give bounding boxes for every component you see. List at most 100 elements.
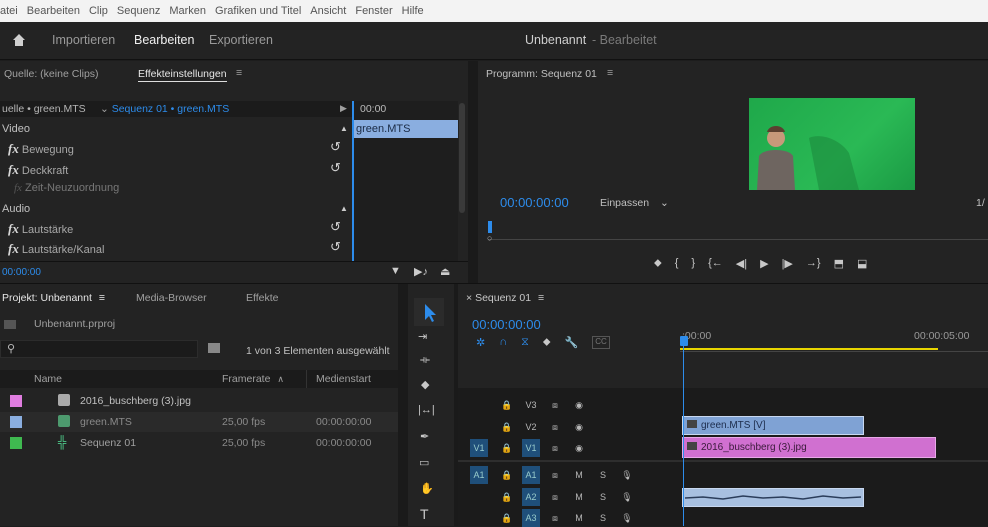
menu-bearbeiten[interactable]: Bearbeiten xyxy=(27,5,80,17)
sequence-dropdown[interactable]: ⌄ Sequenz 01 • green.MTS xyxy=(100,103,229,115)
wrench-icon[interactable]: 🔧 xyxy=(565,336,579,349)
menu-clip[interactable]: Clip xyxy=(89,5,108,17)
effect-timecode[interactable]: 00:00:00 xyxy=(2,267,41,278)
program-menu-icon[interactable]: ≡ xyxy=(607,67,613,79)
tab-importieren[interactable]: Importieren xyxy=(52,33,115,47)
tool-selection[interactable] xyxy=(414,298,444,326)
search-input[interactable]: ⚲ xyxy=(0,340,198,358)
effect-deckkraft[interactable]: fx Deckkraft xyxy=(8,162,68,178)
lock-icon[interactable]: 🔒 xyxy=(498,418,516,436)
mute-button[interactable]: M xyxy=(570,488,588,506)
menu-hilfe[interactable]: Hilfe xyxy=(402,5,424,17)
track-label[interactable]: A3 xyxy=(522,509,540,527)
lock-icon[interactable]: 🔒 xyxy=(498,439,516,457)
tab-project[interactable]: Projekt: Unbenannt ≡ xyxy=(2,292,105,304)
collapse-icon[interactable]: ▲ xyxy=(340,204,348,213)
extract-icon[interactable]: ⬓ xyxy=(857,257,867,270)
reset-icon[interactable]: ↺ xyxy=(330,239,341,255)
eye-icon[interactable]: ◉ xyxy=(570,439,588,457)
clip-buschberg-image[interactable]: 2016_buschberg (3).jpg xyxy=(682,437,936,458)
track-select-icon[interactable]: ⇥ xyxy=(418,330,427,343)
track-label[interactable]: A2 xyxy=(522,488,540,506)
tab-source[interactable]: Quelle: (keine Clips) xyxy=(4,68,99,80)
mic-icon[interactable]: 🎙 xyxy=(618,509,636,527)
export-icon[interactable]: ⏏ xyxy=(440,265,450,278)
effect-lautstaerke[interactable]: fx Lautstärke xyxy=(8,221,73,237)
home-icon[interactable] xyxy=(12,33,26,47)
lock-icon[interactable]: 🔒 xyxy=(498,466,516,484)
video-frame[interactable] xyxy=(749,98,915,190)
tab-effects[interactable]: Effekte xyxy=(246,292,279,304)
mark-in-icon[interactable]: { xyxy=(675,257,679,270)
time-ruler[interactable] xyxy=(680,346,988,352)
clip-green-video[interactable]: green.MTS [V] xyxy=(682,416,864,435)
mute-button[interactable]: M xyxy=(570,466,588,484)
tab-exportieren[interactable]: Exportieren xyxy=(209,33,273,47)
col-name[interactable]: Name xyxy=(34,373,62,385)
list-item[interactable]: ╬ Sequenz 01 25,00 fps 00:00:00:00 xyxy=(0,433,398,453)
slip-icon[interactable]: |↔| xyxy=(418,404,435,416)
sync-icon[interactable]: ⧈ xyxy=(546,488,564,506)
mic-icon[interactable]: 🎙 xyxy=(618,466,636,484)
new-bin-icon[interactable] xyxy=(208,343,220,353)
col-framerate[interactable]: Framerate ∧ xyxy=(222,373,284,385)
sync-icon[interactable]: ⧈ xyxy=(546,509,564,527)
effect-zeit[interactable]: fx Zeit-Neuzuordnung xyxy=(14,182,119,194)
lock-icon[interactable]: 🔒 xyxy=(498,488,516,506)
reset-icon[interactable]: ↺ xyxy=(330,160,341,176)
collapse-icon[interactable]: ▲ xyxy=(340,124,348,133)
marker-icon[interactable]: ⬥ xyxy=(654,257,662,270)
track-label[interactable]: V3 xyxy=(522,396,540,414)
step-forward-icon[interactable]: |▶ xyxy=(782,257,793,270)
mic-icon[interactable]: 🎙 xyxy=(618,488,636,506)
razor-icon[interactable]: ◆ xyxy=(421,378,429,391)
tab-effect-controls[interactable]: Effekteinstellungen xyxy=(138,68,227,82)
pen-icon[interactable]: ✒ xyxy=(420,430,429,443)
list-item[interactable]: 2016_buschberg (3).jpg xyxy=(0,391,398,411)
list-item[interactable]: green.MTS 25,00 fps 00:00:00:00 xyxy=(0,412,398,432)
program-timecode[interactable]: 00:00:00:00 xyxy=(500,195,569,210)
menu-marken[interactable]: Marken xyxy=(169,5,206,17)
fit-dropdown[interactable]: Einpassen ⌄ xyxy=(600,197,669,209)
marker-icon[interactable]: ⬥ xyxy=(543,336,551,349)
menu-sequenz[interactable]: Sequenz xyxy=(117,5,160,17)
sync-icon[interactable]: ⧈ xyxy=(546,418,564,436)
captions-icon[interactable]: CC xyxy=(592,336,610,349)
source-patch-a1[interactable]: A1 xyxy=(470,466,488,484)
solo-button[interactable]: S xyxy=(594,466,612,484)
go-to-in-icon[interactable]: {← xyxy=(708,257,723,270)
type-icon[interactable]: T xyxy=(420,506,429,522)
lock-icon[interactable]: 🔒 xyxy=(498,509,516,527)
lock-icon[interactable]: 🔒 xyxy=(498,396,516,414)
step-back-icon[interactable]: ◀| xyxy=(736,257,747,270)
scrollbar[interactable] xyxy=(459,103,465,213)
audio-play-icon[interactable]: ▶♪ xyxy=(414,265,428,278)
hand-icon[interactable]: ✋ xyxy=(420,482,434,495)
eye-icon[interactable]: ◉ xyxy=(570,418,588,436)
menu-datei[interactable]: atei xyxy=(0,5,18,17)
program-playhead[interactable] xyxy=(488,221,492,233)
timeline-playhead-handle[interactable] xyxy=(680,336,688,346)
solo-button[interactable]: S xyxy=(594,488,612,506)
zoom-handle[interactable]: ○ xyxy=(487,233,492,243)
source-patch-v1[interactable]: V1 xyxy=(470,439,488,457)
effect-lautstaerke-kanal[interactable]: fx Lautstärke/Kanal xyxy=(8,241,104,257)
play-icon[interactable]: ▶ xyxy=(760,257,768,270)
reset-icon[interactable]: ↺ xyxy=(330,219,341,235)
resolution-label[interactable]: 1/ xyxy=(976,197,985,209)
solo-button[interactable]: S xyxy=(594,509,612,527)
menu-ansicht[interactable]: Ansicht xyxy=(310,5,346,17)
lift-icon[interactable]: ⬒ xyxy=(834,257,844,270)
timeline-tab[interactable]: × Sequenz 01 ≡ xyxy=(466,292,544,304)
sync-icon[interactable]: ⧈ xyxy=(546,439,564,457)
timeline-playhead[interactable] xyxy=(683,346,684,526)
ripple-edit-icon[interactable]: ⟛ xyxy=(420,354,430,367)
eye-icon[interactable]: ◉ xyxy=(570,396,588,414)
sync-icon[interactable]: ⧈ xyxy=(546,466,564,484)
panel-menu-icon[interactable]: ≡ xyxy=(236,67,242,79)
clip-bar[interactable]: green.MTS xyxy=(354,120,458,138)
track-label[interactable]: V2 xyxy=(522,418,540,436)
mute-button[interactable]: M xyxy=(570,509,588,527)
menu-grafiken[interactable]: Grafiken und Titel xyxy=(215,5,301,17)
track-label[interactable]: V1 xyxy=(522,439,540,457)
